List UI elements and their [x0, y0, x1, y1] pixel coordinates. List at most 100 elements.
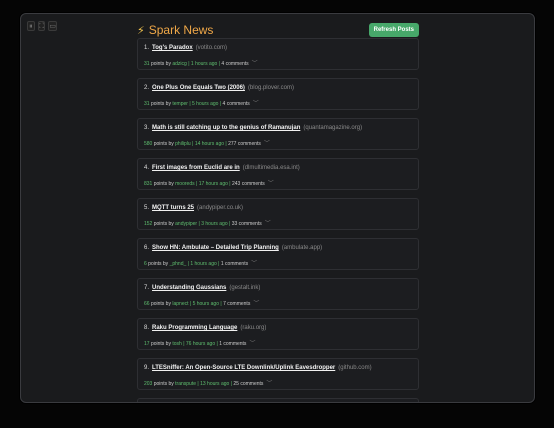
- chevron-down-icon[interactable]: ﹀: [249, 340, 255, 347]
- post-user[interactable]: philiplu: [175, 141, 191, 147]
- post-domain: (dlmultimedia.esa.int): [242, 165, 300, 171]
- post-user[interactable]: mooreds: [175, 181, 194, 187]
- post-comments[interactable]: 1 comments: [221, 261, 248, 267]
- post-age: 76 hours ago: [185, 341, 216, 347]
- post-card: 6. Show HN: Ambulate – Detailed Trip Plan…: [137, 238, 419, 270]
- chevron-down-icon[interactable]: ﹀: [266, 380, 272, 387]
- post-comments[interactable]: 25 comments: [233, 381, 263, 387]
- post-title-link[interactable]: First images from Euclid are in: [152, 165, 240, 171]
- post-user[interactable]: tosh: [172, 341, 181, 347]
- post-points: 580: [144, 141, 153, 147]
- posts-list: 1. Tog's Paradox (votito.com) 31 points by…: [137, 38, 419, 402]
- post-domain: (blog.plover.com): [247, 85, 294, 91]
- chevron-down-icon[interactable]: ﹀: [268, 180, 274, 187]
- post-comments[interactable]: 4 comments: [221, 61, 248, 67]
- post-points: 17: [144, 341, 150, 347]
- post-rank: 1.: [144, 45, 150, 51]
- post-points: 152: [144, 221, 153, 227]
- chevron-down-icon[interactable]: ﹀: [264, 140, 270, 147]
- post-card: 5. MQTT turns 25 (andypiper.co.uk) 152 poi…: [137, 198, 419, 230]
- post-user[interactable]: andypiper: [175, 221, 197, 227]
- chevron-down-icon[interactable]: ﹀: [265, 220, 271, 227]
- post-title-link[interactable]: Tog's Paradox: [152, 45, 193, 51]
- points-by-label: points by: [150, 101, 171, 107]
- post-domain: (raku.org): [240, 325, 267, 331]
- post-card: 2. One Plus One Equals Two (2006) (blog.pl…: [137, 78, 419, 110]
- post-card: 8. Raku Programming Language (raku.org) 17…: [137, 318, 419, 350]
- post-user[interactable]: lapnect: [172, 301, 188, 307]
- chevron-down-icon[interactable]: ﹀: [253, 100, 259, 107]
- post-user[interactable]: _phnd_: [170, 261, 187, 267]
- post-domain: (quantamagazine.org): [303, 125, 363, 131]
- post-card: 3. Math is still catching up to the geniu…: [137, 118, 419, 150]
- post-title-link[interactable]: One Plus One Equals Two (2006): [152, 85, 245, 91]
- points-by-label: points by: [150, 61, 171, 67]
- chevron-down-icon[interactable]: ﹀: [253, 300, 259, 307]
- post-comments[interactable]: 243 comments: [232, 181, 265, 187]
- post-card-partial: [137, 398, 419, 402]
- post-user[interactable]: adzicg: [172, 61, 186, 67]
- post-age: 14 hours ago: [194, 141, 225, 147]
- post-age: 13 hours ago: [200, 381, 230, 387]
- post-points: 203: [144, 381, 153, 387]
- points-by-label: points by: [148, 261, 169, 267]
- post-age: 3 hours ago: [201, 221, 228, 227]
- chevron-down-icon[interactable]: ﹀: [251, 260, 257, 267]
- post-age: 1 hours ago: [190, 261, 217, 267]
- app-title: ⚡ Spark News: [137, 23, 213, 37]
- post-comments[interactable]: 4 comments: [223, 101, 250, 107]
- post-domain: (votito.com): [195, 45, 228, 51]
- points-by-label: points by: [153, 221, 174, 227]
- post-comments[interactable]: 33 comments: [232, 221, 262, 227]
- fullscreen-icon[interactable]: ⛶: [37, 21, 46, 31]
- post-rank: 8.: [144, 325, 150, 331]
- post-domain: (andypiper.co.uk): [197, 205, 244, 211]
- post-comments[interactable]: 7 comments: [223, 301, 250, 307]
- post-age: 17 hours ago: [198, 181, 228, 187]
- post-title-link[interactable]: Math is still catching up to the genius …: [152, 125, 300, 131]
- post-title-link[interactable]: Show HN: Ambulate – Detailed Trip Planni…: [152, 245, 279, 251]
- chevron-down-icon[interactable]: ﹀: [252, 60, 258, 67]
- window-controls: ⏸ ⛶ ▭: [27, 20, 57, 32]
- post-rank: 6.: [144, 245, 150, 251]
- lightning-icon: ⚡: [137, 23, 145, 37]
- points-by-label: points by: [150, 301, 171, 307]
- post-title-link[interactable]: Understanding Gaussians: [152, 285, 226, 291]
- post-age: 5 hours ago: [192, 301, 219, 307]
- post-user[interactable]: transpute: [175, 381, 196, 387]
- post-points: 831: [144, 181, 153, 187]
- post-comments[interactable]: 1 comments: [219, 341, 246, 347]
- post-points: 66: [144, 301, 150, 307]
- post-user[interactable]: temper: [172, 101, 188, 107]
- post-title-link[interactable]: Raku Programming Language: [152, 325, 237, 331]
- header: ⚡ Spark News Refresh Posts: [137, 21, 419, 39]
- app-window: ⏸ ⛶ ▭ ⚡ Spark News Refresh Posts 1. Tog's…: [20, 13, 535, 403]
- post-age: 1 hours ago: [190, 61, 218, 67]
- post-title-link[interactable]: LTESniffer: An Open-Source LTE Downlink/…: [152, 365, 335, 371]
- points-by-label: points by: [153, 141, 174, 147]
- post-card: 9. LTESniffer: An Open-Source LTE Downlin…: [137, 358, 419, 390]
- post-age: 5 hours ago: [192, 101, 219, 107]
- post-card: 4. First images from Euclid are in (dlmult…: [137, 158, 419, 190]
- post-points: 31: [144, 61, 150, 67]
- post-comments[interactable]: 277 comments: [228, 141, 261, 147]
- post-domain: (ambulate.app): [281, 245, 323, 251]
- refresh-posts-button[interactable]: Refresh Posts: [368, 23, 419, 37]
- pause-icon[interactable]: ⏸: [27, 21, 35, 31]
- post-rank: 2.: [144, 85, 150, 91]
- post-card: 1. Tog's Paradox (votito.com) 31 points by…: [137, 38, 419, 70]
- post-rank: 5.: [144, 205, 150, 211]
- panel-icon[interactable]: ▭: [48, 21, 57, 31]
- post-card: 7. Understanding Gaussians (gestalt.ink) 6…: [137, 278, 419, 310]
- post-points: 6: [144, 261, 147, 267]
- post-title-link[interactable]: MQTT turns 25: [152, 205, 194, 211]
- post-rank: 7.: [144, 285, 150, 291]
- app-title-text: Spark News: [148, 23, 214, 37]
- post-rank: 9.: [144, 365, 150, 371]
- points-by-label: points by: [153, 181, 174, 187]
- post-domain: (gestalt.ink): [229, 285, 261, 291]
- points-by-label: points by: [150, 341, 171, 347]
- post-rank: 3.: [144, 125, 150, 131]
- post-points: 31: [144, 101, 150, 107]
- points-by-label: points by: [153, 381, 174, 387]
